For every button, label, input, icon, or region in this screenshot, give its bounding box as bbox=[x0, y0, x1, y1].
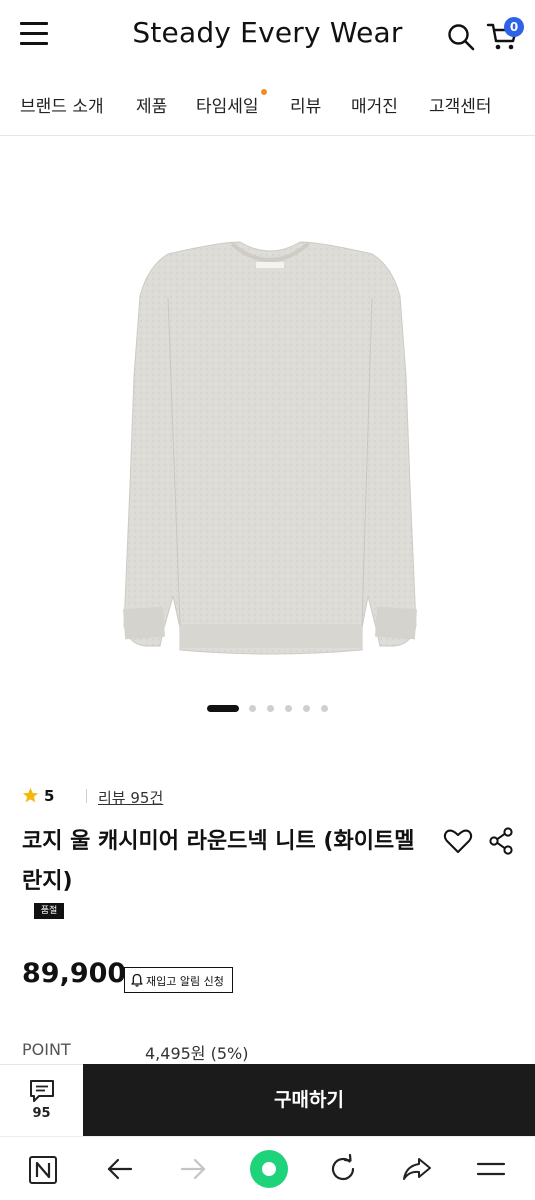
chat-count: 95 bbox=[32, 1106, 51, 1121]
restock-notify-button[interactable]: 재입고 알림 신청 bbox=[124, 967, 233, 993]
nav-item-products[interactable]: 제품 bbox=[136, 92, 167, 117]
forward-arrow-icon[interactable] bbox=[176, 1151, 212, 1187]
search-icon[interactable] bbox=[446, 22, 476, 52]
heart-icon[interactable] bbox=[443, 827, 473, 855]
nav-item-brand[interactable]: 브랜드 소개 bbox=[20, 92, 104, 117]
back-arrow-icon[interactable] bbox=[101, 1151, 137, 1187]
carousel-dot[interactable] bbox=[249, 705, 256, 712]
carousel-dot[interactable] bbox=[267, 705, 274, 712]
home-green-icon[interactable] bbox=[248, 1148, 290, 1190]
purchase-bar: 95 구매하기 bbox=[0, 1064, 535, 1136]
naver-n-icon[interactable] bbox=[25, 1151, 61, 1187]
buy-button[interactable]: 구매하기 bbox=[83, 1064, 535, 1136]
main-nav: 브랜드 소개 제품 타임세일 리뷰 매거진 고객센터 bbox=[0, 84, 535, 136]
product-price: 89,900 bbox=[22, 958, 127, 989]
nav-item-support[interactable]: 고객센터 bbox=[429, 92, 492, 117]
soldout-badge: 품절 bbox=[34, 903, 64, 919]
point-value: 4,495원 (5%) bbox=[145, 1044, 249, 1063]
share-icon[interactable] bbox=[488, 827, 514, 855]
new-indicator-dot bbox=[260, 89, 267, 95]
carousel-dot[interactable] bbox=[321, 705, 328, 712]
site-header: Steady Every Wear 0 bbox=[0, 0, 535, 72]
nav-item-timesale-label: 타임세일 bbox=[196, 97, 259, 117]
nav-item-magazine[interactable]: 매거진 bbox=[351, 92, 398, 117]
chat-icon bbox=[30, 1080, 54, 1102]
product-title: 코지 울 캐시미어 라운드넥 니트 (화이트멜란지) bbox=[22, 829, 415, 894]
share-arrow-icon[interactable] bbox=[399, 1151, 435, 1187]
point-label: POINT bbox=[22, 1040, 71, 1059]
review-chat-button[interactable]: 95 bbox=[0, 1064, 83, 1136]
carousel-dot[interactable] bbox=[285, 705, 292, 712]
star-icon bbox=[22, 787, 39, 803]
carousel-dot-active[interactable] bbox=[207, 705, 239, 712]
browser-menu-icon[interactable] bbox=[473, 1151, 509, 1187]
review-count-link[interactable]: 리뷰 95건 bbox=[98, 787, 163, 808]
cart-count-badge: 0 bbox=[504, 17, 524, 37]
restock-notify-label: 재입고 알림 신청 bbox=[146, 975, 224, 988]
nav-item-reviews[interactable]: 리뷰 bbox=[290, 92, 321, 117]
carousel-dot[interactable] bbox=[303, 705, 310, 712]
product-image[interactable] bbox=[110, 236, 430, 656]
nav-item-timesale[interactable]: 타임세일 bbox=[196, 89, 267, 117]
divider bbox=[86, 789, 87, 803]
refresh-icon[interactable] bbox=[325, 1151, 361, 1187]
rating-value: 5 bbox=[44, 787, 55, 805]
browser-toolbar bbox=[0, 1136, 535, 1200]
bell-icon bbox=[131, 973, 143, 987]
